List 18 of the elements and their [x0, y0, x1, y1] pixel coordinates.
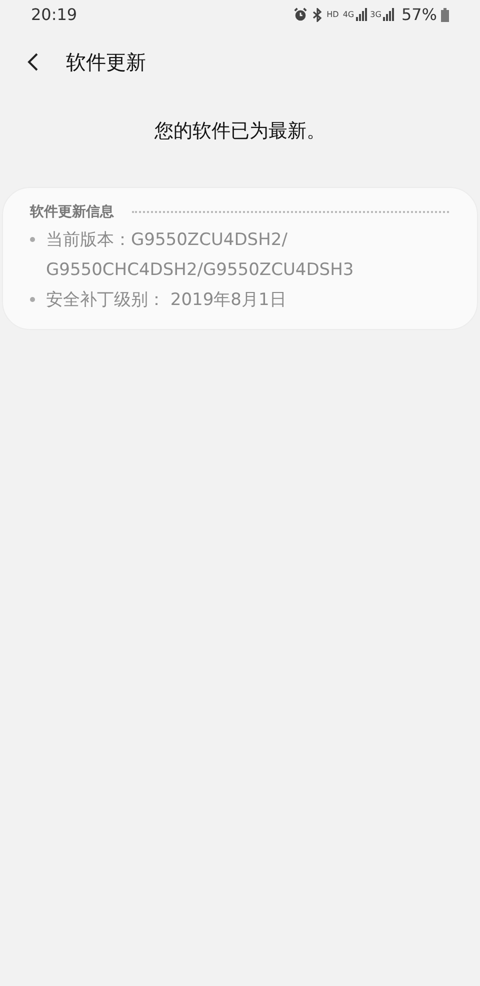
page-title: 软件更新 [66, 49, 146, 76]
battery-percent: 57% [401, 4, 437, 26]
network-type-label: 4G [342, 10, 354, 18]
bluetooth-icon [312, 8, 323, 22]
back-icon [27, 52, 39, 72]
status-message: 您的软件已为最新。 [154, 119, 326, 144]
signal-icon [356, 8, 368, 21]
bullet-icon [30, 296, 35, 302]
signal-icon [383, 8, 396, 21]
battery-icon [441, 8, 449, 22]
info-item: 安全补丁级别： 2019年8月1日 [46, 288, 288, 312]
bullet-icon [30, 236, 35, 242]
network-type-label: 3G [370, 10, 382, 18]
status-time: 20:19 [31, 4, 78, 26]
info-item: 当前版本：G9550ZCU4DSH2/ G9550CHC4DSH2/G9550ZCU4DSH3 [46, 228, 355, 282]
card-title: 软件更新信息 [30, 202, 114, 222]
hd-label: HD [326, 8, 339, 20]
alarm-icon [292, 7, 308, 22]
